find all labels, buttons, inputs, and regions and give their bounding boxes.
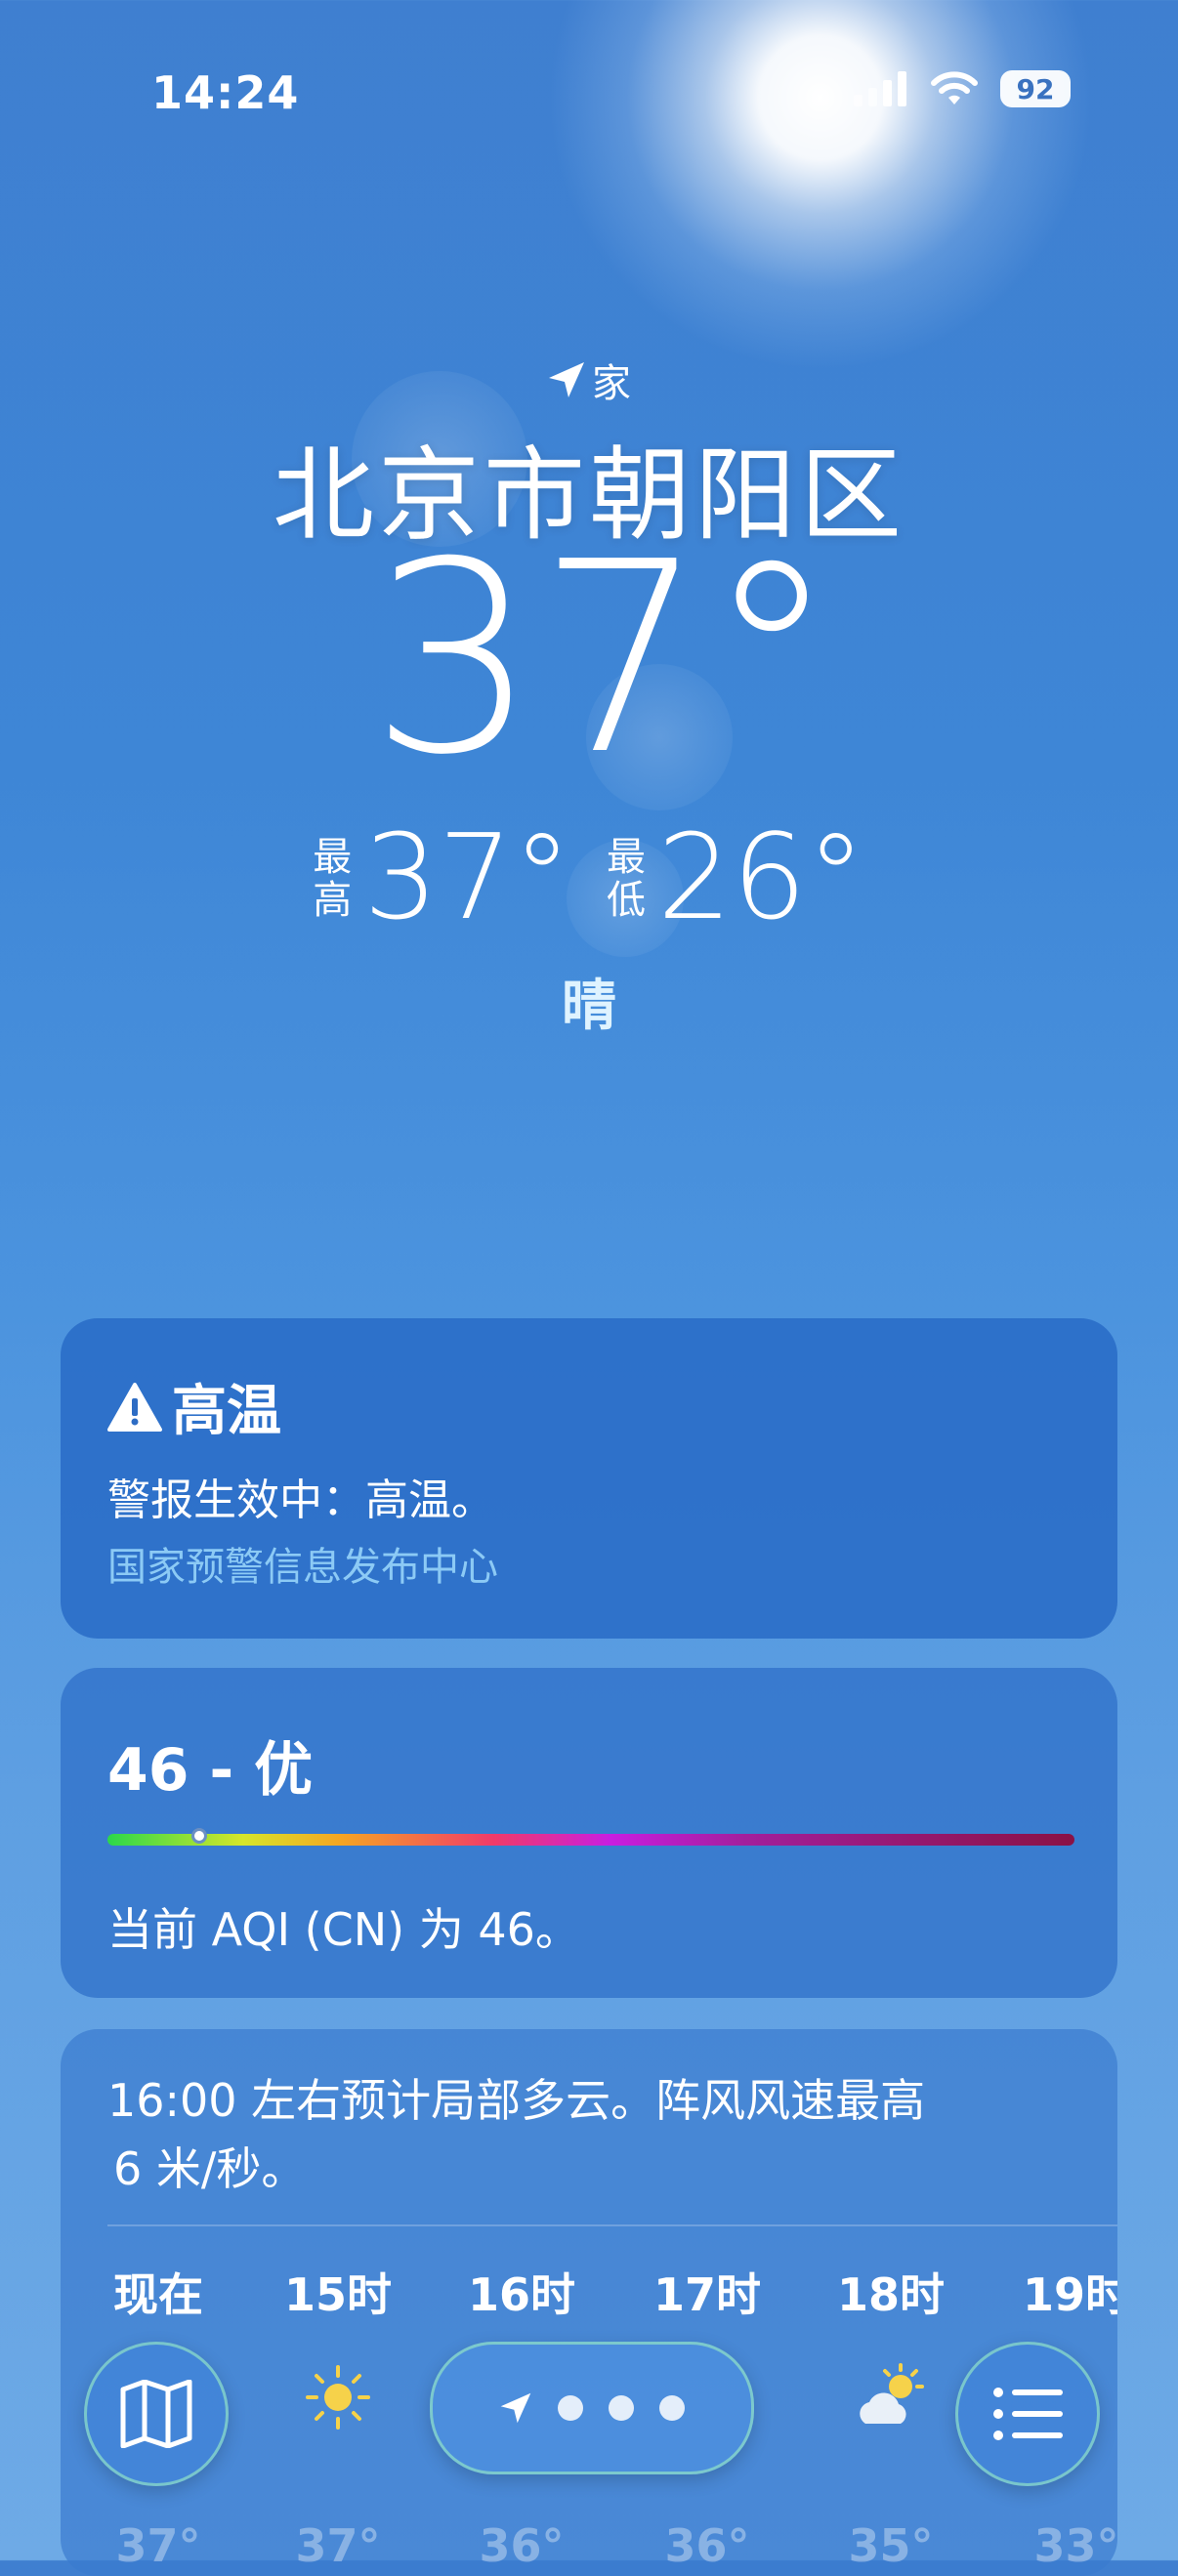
current-temperature: 37° [369, 505, 838, 812]
location-page-indicator[interactable] [430, 2342, 754, 2474]
low-value: 26° [657, 810, 865, 946]
status-icons: 92 [854, 70, 1071, 107]
hour-label: 19时 [1022, 2268, 1117, 2321]
location-list-button[interactable] [955, 2342, 1100, 2486]
location-arrow-icon [500, 2392, 531, 2424]
heat-alert-card[interactable]: 高温 警报生效中：高温。 国家预警信息发布中心 [61, 1318, 1117, 1639]
high-label-char: 最 [313, 835, 353, 880]
hour-temp: 36° [479, 2519, 565, 2572]
aqi-scale-bar [107, 1828, 1074, 1846]
location-arrow-icon [549, 362, 584, 397]
wifi-icon [931, 71, 978, 104]
low-temp: 最 低 26° [607, 820, 865, 937]
page-dot [609, 2395, 634, 2421]
alert-title: 高温 [107, 1367, 281, 1446]
forecast-summary-line: 16:00 左右预计局部多云。阵风风速最高 [107, 2074, 926, 2127]
low-label-char: 最 [607, 835, 646, 880]
alert-text: 警报生效中：高温。 [107, 1475, 494, 1525]
weather-condition: 晴 [562, 975, 616, 1038]
cellular-signal-icon [854, 71, 906, 106]
low-label: 最 低 [607, 836, 646, 922]
map-button[interactable] [84, 2342, 229, 2486]
high-label: 最 高 [313, 836, 352, 922]
alert-title-text: 高温 [172, 1380, 281, 1443]
hour-label: 18时 [836, 2268, 945, 2321]
hour-label: 17时 [652, 2268, 761, 2321]
page-dot [659, 2395, 685, 2421]
forecast-summary: 16:00 左右预计局部多云。阵风风速最高 6 米/秒。 [107, 2066, 1065, 2203]
high-label-char: 高 [313, 878, 353, 923]
list-icon [993, 2388, 1063, 2440]
aqi-description: 当前 AQI (CN) 为 46。 [107, 1903, 580, 1956]
sun-glow [547, 0, 1094, 371]
hour-label: 15时 [283, 2268, 392, 2321]
location-label: 家 [592, 361, 631, 406]
hour-temp: 37° [115, 2519, 201, 2572]
bottom-toolbar [0, 2324, 1178, 2519]
map-icon [120, 2380, 192, 2448]
alert-source-link[interactable]: 国家预警信息发布中心 [107, 1535, 498, 1592]
aqi-level-marker [191, 1828, 208, 1844]
hour-temp: 36° [664, 2519, 750, 2572]
status-time: 14:24 [151, 66, 300, 119]
hour-label: 16时 [467, 2268, 575, 2321]
high-temp: 最 高 37° [313, 820, 571, 937]
warning-icon [107, 1382, 162, 1432]
hour-temp: 33° [1033, 2519, 1117, 2572]
hour-label: 现在 [113, 2268, 203, 2321]
high-value: 37° [363, 810, 571, 946]
forecast-summary-line: 6 米/秒。 [113, 2142, 307, 2195]
status-bar: 14:24 92 [0, 59, 1178, 127]
location-row: 家 [0, 352, 1178, 408]
high-low-row: 最 高 37° 最 低 26° [0, 820, 1178, 937]
page-dot [558, 2395, 583, 2421]
hour-temp: 35° [848, 2519, 934, 2572]
battery-indicator: 92 [1000, 70, 1071, 107]
aqi-card[interactable]: 46 - 优 当前 AQI (CN) 为 46。 [61, 1668, 1117, 1998]
aqi-title: 46 - 优 [107, 1736, 314, 1805]
hour-temp: 37° [295, 2519, 381, 2572]
low-label-char: 低 [607, 878, 646, 923]
divider [107, 2224, 1117, 2226]
